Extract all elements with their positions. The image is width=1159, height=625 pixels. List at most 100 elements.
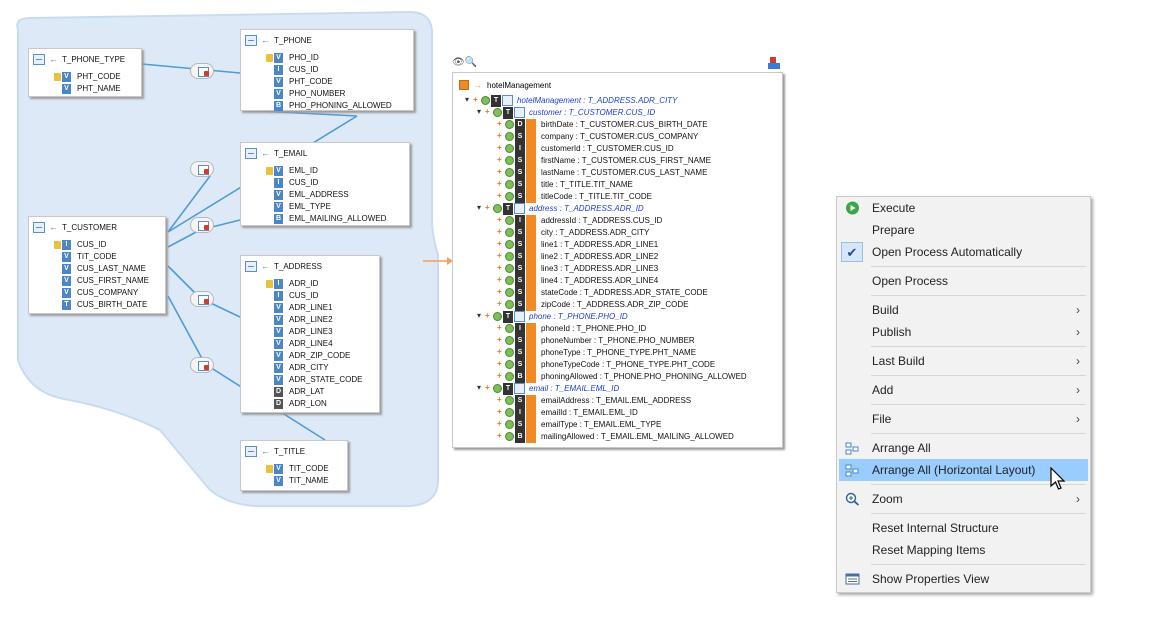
column[interactable]: ADR_STATE_CODE [289,374,363,386]
add-mapping-icon[interactable]: + [497,287,502,296]
column[interactable]: PHO_ID [289,52,392,64]
add-mapping-icon[interactable]: + [497,119,502,128]
table-address[interactable]: ← T_ADDRESS I I V V V V V V V D D ADR_ID … [240,255,380,413]
column[interactable]: ADR_CITY [289,362,363,374]
add-mapping-icon[interactable]: + [497,407,502,416]
add-mapping-icon[interactable]: + [497,143,502,152]
column[interactable]: CUS_LAST_NAME [77,263,149,275]
join-email[interactable] [190,161,214,177]
menu-item-publish[interactable]: Publish › [839,321,1088,343]
tree-group-node[interactable]: ▾ + Tcustomer : T_CUSTOMER.CUS_ID [453,107,782,119]
column[interactable]: PHT_CODE [289,76,392,88]
menu-item-execute[interactable]: Execute [839,197,1088,219]
add-mapping-icon[interactable]: + [497,431,502,440]
menu-item-show-properties-view[interactable]: Show Properties View [839,568,1088,590]
column[interactable]: CUS_ID [289,290,363,302]
menu-item-prepare[interactable]: Prepare [839,219,1088,241]
menu-item-file[interactable]: File › [839,408,1088,430]
column[interactable]: TIT_CODE [289,463,329,475]
expand-chevron-icon[interactable]: ▾ [477,383,481,392]
tree-node[interactable]: + Sline1 : T_ADDRESS.ADR_LINE1 [453,239,782,251]
publish-icon[interactable] [767,56,781,70]
add-mapping-icon[interactable]: + [497,167,502,176]
menu-item-last-build[interactable]: Last Build › [839,350,1088,372]
tree-node[interactable]: + BphoningAllowed : T_PHONE.PHO_PHONING_A… [453,371,782,383]
add-mapping-icon[interactable]: + [485,203,490,212]
add-mapping-icon[interactable]: + [497,359,502,368]
tree-node[interactable]: + StitleCode : T_TITLE.TIT_CODE [453,191,782,203]
tree-node[interactable]: + IaddressId : T_ADDRESS.CUS_ID [453,215,782,227]
add-mapping-icon[interactable]: + [497,347,502,356]
column[interactable]: EML_ADDRESS [289,189,386,201]
tree-node[interactable]: + SfirstName : T_CUSTOMER.CUS_FIRST_NAME [453,155,782,167]
column[interactable]: ADR_LINE4 [289,338,363,350]
menu-item-zoom[interactable]: Zoom › [839,488,1088,510]
column[interactable]: EML_MAILING_ALLOWED [289,213,386,225]
add-mapping-icon[interactable]: + [497,131,502,140]
join-address[interactable] [190,291,214,307]
menu-item-open-process-automatically[interactable]: ✔ Open Process Automatically [839,241,1088,263]
table-phone[interactable]: ← T_PHONE V I V V B PHO_ID CUS_ID PHT_COD… [240,29,414,111]
tree-node[interactable]: + Scity : T_ADDRESS.ADR_CITY [453,227,782,239]
column[interactable]: ADR_ID [289,278,363,290]
column[interactable]: TIT_NAME [289,475,329,487]
tree-node[interactable]: + SphoneTypeCode : T_PHONE_TYPE.PHT_CODE [453,359,782,371]
menu-item-reset-mapping-items[interactable]: Reset Mapping Items [839,539,1088,561]
column[interactable]: ADR_LINE1 [289,302,363,314]
tree-node[interactable]: + Sline3 : T_ADDRESS.ADR_LINE3 [453,263,782,275]
column[interactable]: CUS_ID [289,64,392,76]
join-title[interactable] [190,357,214,373]
column[interactable]: EML_ID [289,165,386,177]
tree-node[interactable]: + IphoneId : T_PHONE.PHO_ID [453,323,782,335]
eye-search-icon[interactable]: 👁🔍 [452,57,477,68]
add-mapping-icon[interactable]: + [497,263,502,272]
column[interactable]: CUS_FIRST_NAME [77,275,149,287]
table-customer[interactable]: ← T_CUSTOMER I V V V V T CUS_ID TIT_CODE … [28,216,166,314]
add-mapping-icon[interactable]: + [497,239,502,248]
tree-node[interactable]: + Scompany : T_CUSTOMER.CUS_COMPANY [453,131,782,143]
column[interactable]: ADR_LON [289,398,363,410]
add-mapping-icon[interactable]: + [485,311,490,320]
column[interactable]: ADR_ZIP_CODE [289,350,363,362]
menu-item-open-process[interactable]: Open Process [839,270,1088,292]
column[interactable]: TIT_CODE [77,251,149,263]
tree-group-node[interactable]: ▾ + Temail : T_EMAIL.EML_ID [453,383,782,395]
column[interactable]: ADR_LAT [289,386,363,398]
add-mapping-icon[interactable]: + [497,227,502,236]
structure-tree[interactable]: → hotelManagement ▾ + ThotelManagement : T… [452,72,783,448]
add-mapping-icon[interactable]: + [497,419,502,428]
column[interactable]: CUS_BIRTH_DATE [77,299,149,311]
join-phone-type[interactable] [190,63,214,79]
add-mapping-icon[interactable]: + [497,155,502,164]
column[interactable]: CUS_COMPANY [77,287,149,299]
tree-node[interactable]: + IemailId : T_EMAIL.EML_ID [453,407,782,419]
menu-item-reset-internal-structure[interactable]: Reset Internal Structure [839,517,1088,539]
column[interactable]: CUS_ID [77,239,149,251]
column[interactable]: PHO_NUMBER [289,88,392,100]
table-title[interactable]: ← T_TITLE V V TIT_CODE TIT_NAME [240,440,348,491]
tree-group-node[interactable]: ▾ + ThotelManagement : T_ADDRESS.ADR_CITY [453,95,782,107]
tree-node[interactable]: + SlastName : T_CUSTOMER.CUS_LAST_NAME [453,167,782,179]
tree-node[interactable]: + Sline2 : T_ADDRESS.ADR_LINE2 [453,251,782,263]
tree-node[interactable]: + IcustomerId : T_CUSTOMER.CUS_ID [453,143,782,155]
join-phone[interactable] [190,217,214,233]
tree-node[interactable]: + SphoneNumber : T_PHONE.PHO_NUMBER [453,335,782,347]
add-mapping-icon[interactable]: + [485,107,490,116]
add-mapping-icon[interactable]: + [497,275,502,284]
tree-node[interactable]: + SemailType : T_EMAIL.EML_TYPE [453,419,782,431]
tree-node[interactable]: + DbirthDate : T_CUSTOMER.CUS_BIRTH_DATE [453,119,782,131]
add-mapping-icon[interactable]: + [497,215,502,224]
tree-node[interactable]: + Stitle : T_TITLE.TIT_NAME [453,179,782,191]
column[interactable]: PHT_CODE [77,71,121,83]
column[interactable]: ADR_LINE2 [289,314,363,326]
add-mapping-icon[interactable]: + [485,383,490,392]
expand-chevron-icon[interactable]: ▾ [477,107,481,116]
add-mapping-icon[interactable]: + [497,323,502,332]
table-email[interactable]: ← T_EMAIL V I V V B EML_ID CUS_ID EML_ADD… [240,142,410,226]
column[interactable]: CUS_ID [289,177,386,189]
tree-node[interactable]: + SphoneType : T_PHONE_TYPE.PHT_NAME [453,347,782,359]
add-mapping-icon[interactable]: + [497,371,502,380]
add-mapping-icon[interactable]: + [497,179,502,188]
expand-chevron-icon[interactable]: ▾ [477,311,481,320]
tree-group-node[interactable]: ▾ + Taddress : T_ADDRESS.ADR_ID [453,203,782,215]
